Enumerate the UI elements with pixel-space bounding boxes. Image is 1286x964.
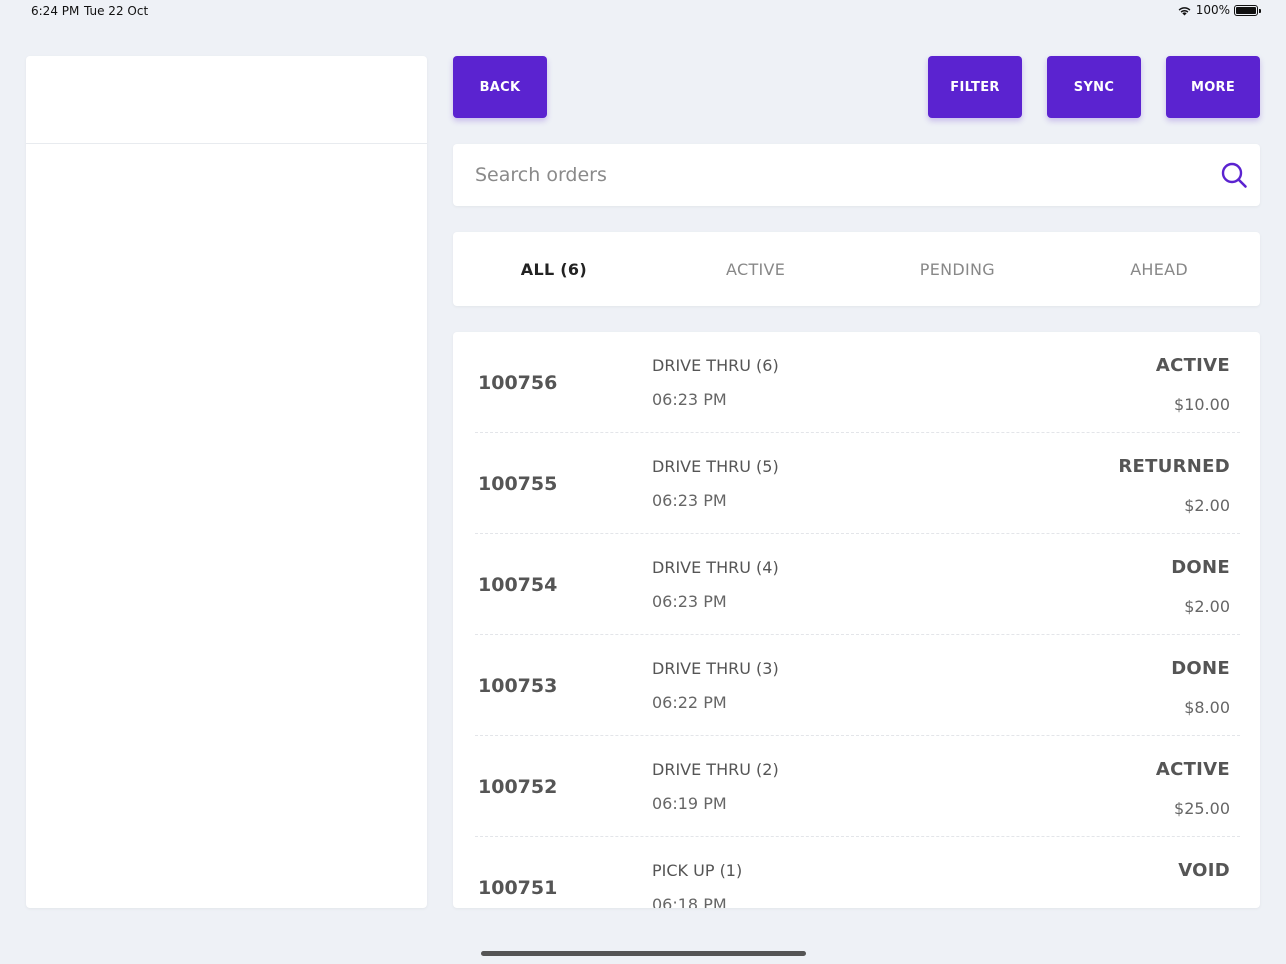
order-row[interactable]: 100756 DRIVE THRU (6) 06:23 PM ACTIVE $1…	[453, 332, 1260, 433]
status-time: 6:24 PM	[31, 4, 80, 18]
status-bar: 6:24 PM Tue 22 Oct 100%	[0, 0, 1286, 24]
order-type: PICK UP (1)	[652, 861, 743, 880]
order-status: ACTIVE	[1155, 355, 1230, 376]
status-indicators: 100%	[1177, 3, 1261, 17]
order-type: DRIVE THRU (2)	[652, 760, 779, 779]
status-date: Tue 22 Oct	[84, 4, 149, 18]
battery-percentage: 100%	[1195, 3, 1230, 17]
order-row[interactable]: 100755 DRIVE THRU (5) 06:23 PM RETURNED …	[453, 433, 1260, 534]
order-id: 100752	[478, 776, 558, 798]
orders-list: 100756 DRIVE THRU (6) 06:23 PM ACTIVE $1…	[453, 332, 1260, 908]
order-id: 100756	[478, 372, 558, 394]
tab-active[interactable]: ACTIVE	[655, 232, 857, 306]
order-amount: $2.00	[1184, 597, 1230, 616]
order-row[interactable]: 100752 DRIVE THRU (2) 06:19 PM ACTIVE $2…	[453, 736, 1260, 837]
battery-icon	[1234, 4, 1261, 16]
order-row[interactable]: 100753 DRIVE THRU (3) 06:22 PM DONE $8.0…	[453, 635, 1260, 736]
order-tabs: ALL (6) ACTIVE PENDING AHEAD	[453, 232, 1260, 306]
left-panel-header	[26, 56, 427, 144]
order-status: DONE	[1171, 557, 1230, 578]
order-status: DONE	[1171, 658, 1230, 679]
order-row[interactable]: 100751 PICK UP (1) 06:18 PM VOID	[453, 837, 1260, 908]
order-status: ACTIVE	[1155, 759, 1230, 780]
order-type: DRIVE THRU (5)	[652, 457, 779, 476]
order-type: DRIVE THRU (6)	[652, 356, 779, 375]
order-time: 06:23 PM	[652, 491, 727, 510]
more-button[interactable]: MORE	[1166, 56, 1260, 118]
search-icon[interactable]	[1220, 161, 1248, 189]
sync-button[interactable]: SYNC	[1047, 56, 1141, 118]
order-time: 06:23 PM	[652, 390, 727, 409]
home-indicator[interactable]	[481, 951, 806, 956]
order-status: VOID	[1178, 860, 1230, 881]
wifi-icon	[1178, 6, 1191, 15]
left-panel	[26, 56, 427, 908]
filter-button[interactable]: FILTER	[928, 56, 1022, 118]
order-time: 06:18 PM	[652, 895, 727, 908]
order-amount: $8.00	[1184, 698, 1230, 717]
order-status: RETURNED	[1118, 456, 1230, 477]
order-type: DRIVE THRU (4)	[652, 558, 779, 577]
tab-pending[interactable]: PENDING	[857, 232, 1059, 306]
tab-ahead[interactable]: AHEAD	[1058, 232, 1260, 306]
tab-all[interactable]: ALL (6)	[453, 232, 655, 306]
order-time: 06:19 PM	[652, 794, 727, 813]
search-box	[453, 144, 1260, 206]
back-button[interactable]: BACK	[453, 56, 547, 118]
order-row[interactable]: 100754 DRIVE THRU (4) 06:23 PM DONE $2.0…	[453, 534, 1260, 635]
order-id: 100754	[478, 574, 558, 596]
order-id: 100751	[478, 877, 558, 899]
order-time: 06:23 PM	[652, 592, 727, 611]
order-id: 100755	[478, 473, 558, 495]
order-time: 06:22 PM	[652, 693, 727, 712]
order-id: 100753	[478, 675, 558, 697]
search-input[interactable]	[475, 144, 1195, 206]
order-amount: $25.00	[1174, 799, 1230, 818]
order-amount: $2.00	[1184, 496, 1230, 515]
order-amount: $10.00	[1174, 395, 1230, 414]
order-type: DRIVE THRU (3)	[652, 659, 779, 678]
